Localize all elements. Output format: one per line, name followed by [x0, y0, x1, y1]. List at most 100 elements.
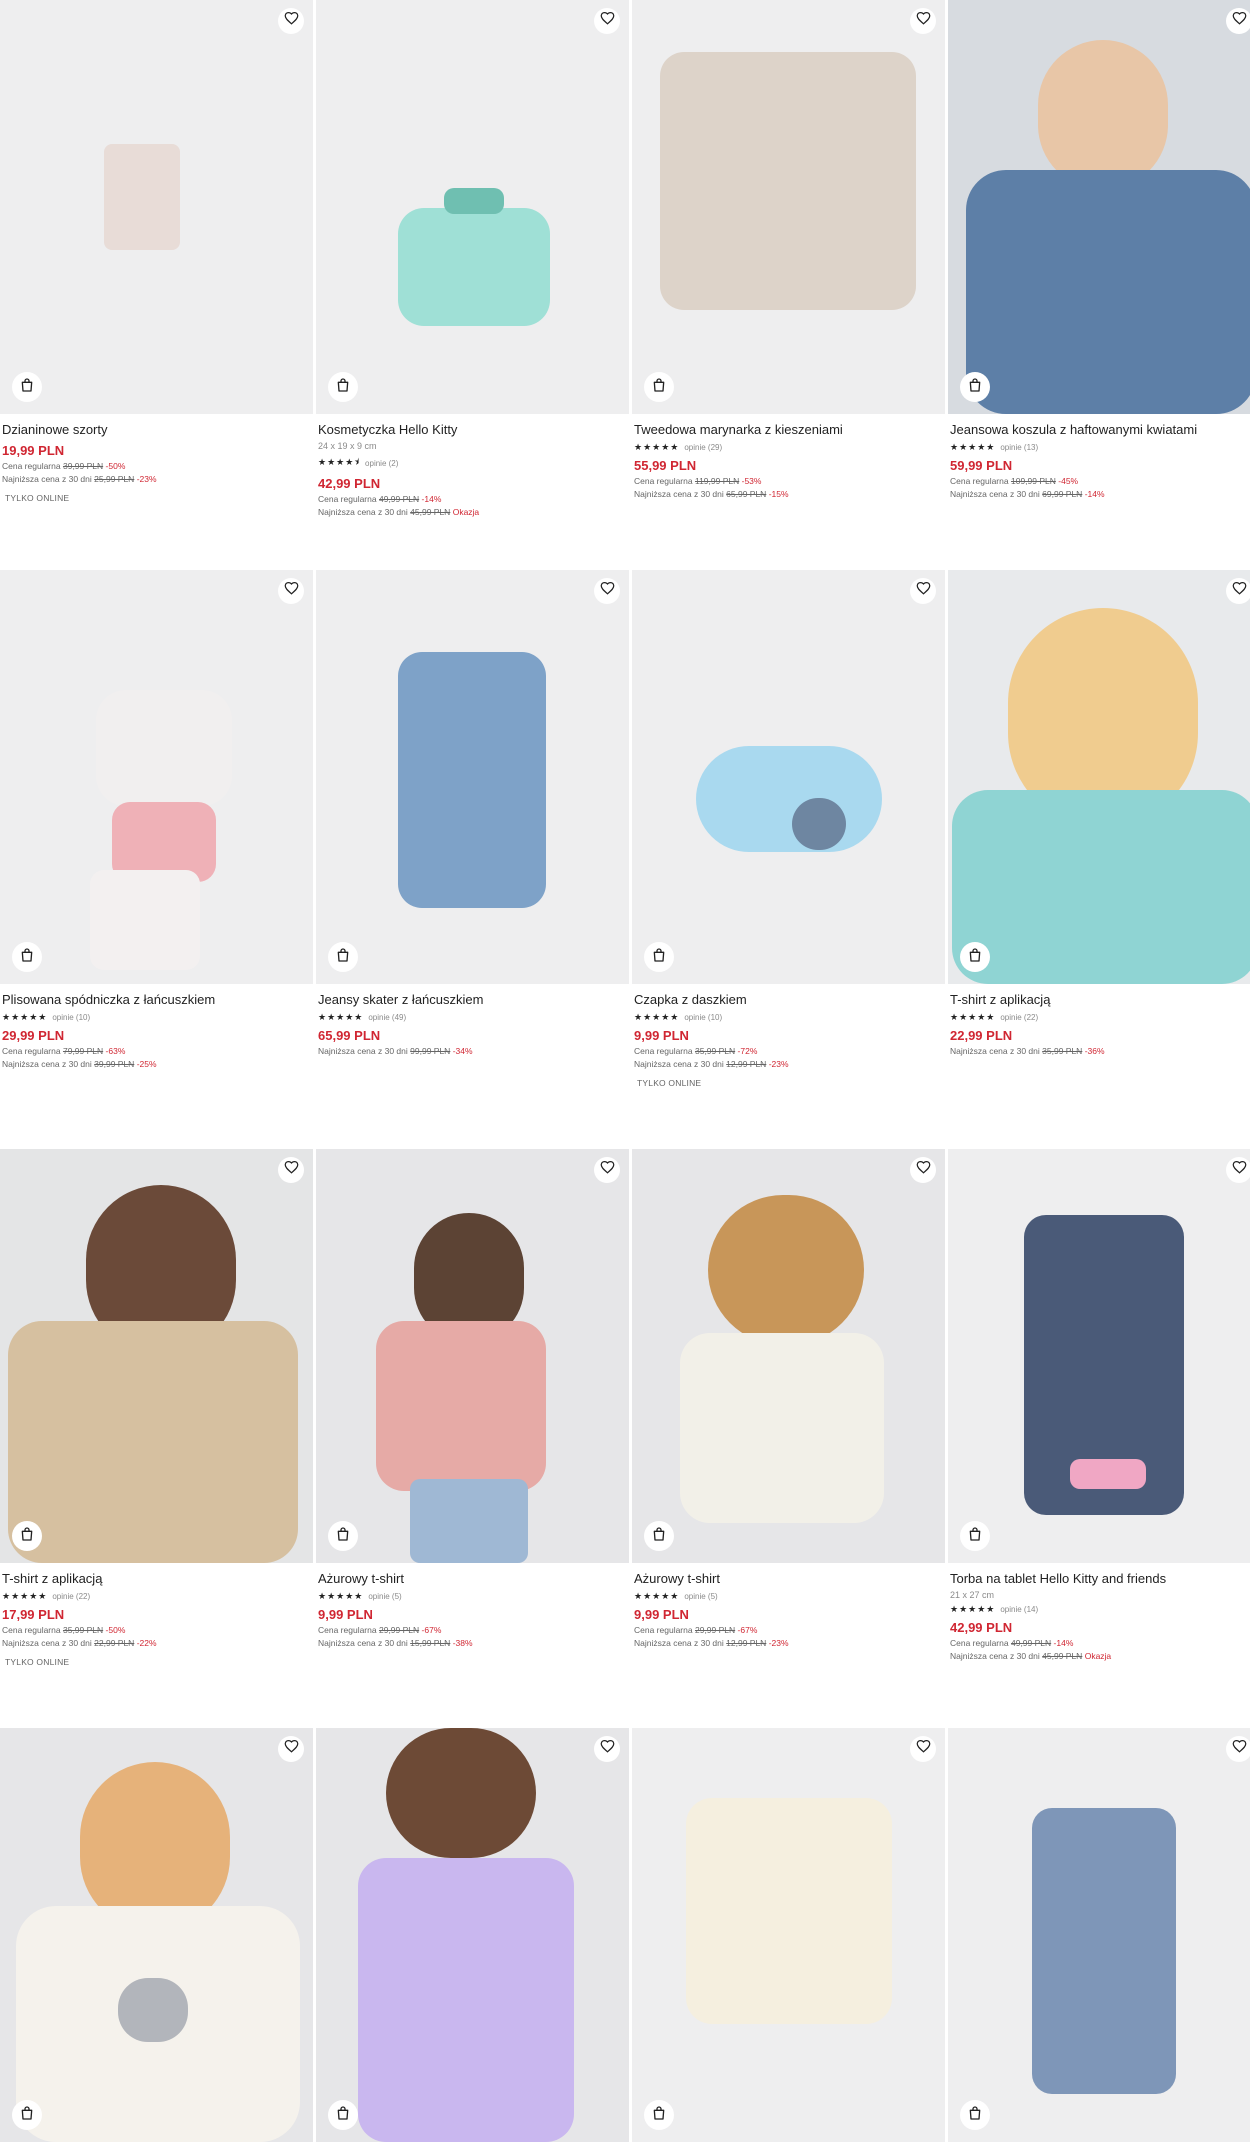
product-card[interactable]	[948, 1728, 1250, 2142]
heart-outline-icon	[284, 581, 299, 601]
product-name[interactable]: Jeansy skater z łańcuszkiem	[318, 992, 627, 1008]
product-card[interactable]: Dzianinowe szorty 19,99 PLN Cena regularna…	[0, 0, 313, 503]
add-to-cart-button[interactable]	[960, 372, 990, 402]
product-card[interactable]: Torba na tablet Hello Kitty and friends 2…	[948, 1149, 1250, 1661]
product-image[interactable]	[0, 1149, 313, 1563]
favorite-button[interactable]	[594, 8, 620, 34]
product-image[interactable]	[316, 0, 629, 414]
product-card[interactable]: Jeansy skater z łańcuszkiem ★★★★★ opinie (…	[316, 570, 629, 1056]
favorite-button[interactable]	[910, 1736, 936, 1762]
add-to-cart-button[interactable]	[328, 942, 358, 972]
product-name[interactable]: Czapka z daszkiem	[634, 992, 943, 1008]
favorite-button[interactable]	[594, 578, 620, 604]
product-name[interactable]: Dzianinowe szorty	[2, 422, 311, 438]
opinions-count[interactable]: opinie (5)	[684, 1592, 717, 1601]
add-to-cart-button[interactable]	[960, 2100, 990, 2130]
product-photo-shape	[104, 144, 180, 250]
add-to-cart-button[interactable]	[328, 1521, 358, 1551]
product-card[interactable]: Kosmetyczka Hello Kitty 24 x 19 x 9 cm ★★★…	[316, 0, 629, 517]
favorite-button[interactable]	[1226, 578, 1250, 604]
add-to-cart-button[interactable]	[12, 1521, 42, 1551]
add-to-cart-button[interactable]	[644, 372, 674, 402]
product-name[interactable]: Torba na tablet Hello Kitty and friends	[950, 1571, 1250, 1587]
favorite-button[interactable]	[910, 578, 936, 604]
product-card[interactable]: Plisowana spódniczka z łańcuszkiem ★★★★★ o…	[0, 570, 313, 1069]
product-image[interactable]	[316, 1728, 629, 2142]
opinions-count[interactable]: opinie (49)	[368, 1013, 406, 1022]
add-to-cart-button[interactable]	[644, 942, 674, 972]
product-name[interactable]: Kosmetyczka Hello Kitty	[318, 422, 627, 438]
opinions-count[interactable]: opinie (22)	[1000, 1013, 1038, 1022]
opinions-count[interactable]: opinie (22)	[52, 1592, 90, 1601]
opinions-count[interactable]: opinie (5)	[368, 1592, 401, 1601]
favorite-button[interactable]	[278, 578, 304, 604]
product-photo-shape	[696, 746, 882, 852]
product-image[interactable]	[0, 1728, 313, 2142]
favorite-button[interactable]	[1226, 1157, 1250, 1183]
favorite-button[interactable]	[1226, 1736, 1250, 1762]
rating-stars-icon: ★★★★★	[950, 1012, 996, 1022]
shopping-bag-icon	[651, 2105, 667, 2126]
add-to-cart-button[interactable]	[328, 2100, 358, 2130]
favorite-button[interactable]	[278, 1736, 304, 1762]
favorite-button[interactable]	[278, 8, 304, 34]
product-card[interactable]	[632, 1728, 945, 2142]
product-image[interactable]	[632, 1149, 945, 1563]
favorite-button[interactable]	[594, 1157, 620, 1183]
add-to-cart-button[interactable]	[644, 1521, 674, 1551]
product-name[interactable]: Plisowana spódniczka z łańcuszkiem	[2, 992, 311, 1008]
product-image[interactable]	[632, 1728, 945, 2142]
product-name[interactable]: Ażurowy t-shirt	[318, 1571, 627, 1587]
product-image[interactable]	[632, 0, 945, 414]
lowest-price-line: Najniższa cena z 30 dni 22,99 PLN -22%	[2, 1638, 311, 1648]
product-image[interactable]	[948, 1149, 1250, 1563]
product-name[interactable]: Tweedowa marynarka z kieszeniami	[634, 422, 943, 438]
shopping-bag-icon	[335, 2105, 351, 2126]
opinions-count[interactable]: opinie (14)	[1000, 1605, 1038, 1614]
product-card[interactable]: Ażurowy t-shirt ★★★★★ opinie (5) 9,99 PLN Ce…	[316, 1149, 629, 1648]
product-price: 65,99 PLN	[318, 1028, 381, 1043]
product-card[interactable]: Jeansowa koszula z haftowanymi kwiatami ★…	[948, 0, 1250, 499]
add-to-cart-button[interactable]	[960, 1521, 990, 1551]
product-name[interactable]: Jeansowa koszula z haftowanymi kwiatami	[950, 422, 1250, 438]
product-card[interactable]: Czapka z daszkiem ★★★★★ opinie (10) 9,99 PL…	[632, 570, 945, 1088]
opinions-count[interactable]: opinie (2)	[365, 459, 398, 468]
product-image[interactable]	[948, 1728, 1250, 2142]
opinions-count[interactable]: opinie (29)	[684, 443, 722, 452]
product-info: Ażurowy t-shirt ★★★★★ opinie (5) 9,99 PLN Ce…	[316, 1563, 629, 1648]
opinions-count[interactable]: opinie (13)	[1000, 443, 1038, 452]
product-image[interactable]	[316, 570, 629, 984]
add-to-cart-button[interactable]	[12, 2100, 42, 2130]
product-image[interactable]	[948, 570, 1250, 984]
regular-price-line: Cena regularna 29,99 PLN -67%	[634, 1625, 943, 1635]
product-card[interactable]	[0, 1728, 313, 2142]
add-to-cart-button[interactable]	[12, 372, 42, 402]
favorite-button[interactable]	[1226, 8, 1250, 34]
product-image[interactable]	[0, 0, 313, 414]
add-to-cart-button[interactable]	[12, 942, 42, 972]
product-image[interactable]	[948, 0, 1250, 414]
lowest-discount: -14%	[1084, 489, 1105, 499]
add-to-cart-button[interactable]	[960, 942, 990, 972]
product-card[interactable]: Tweedowa marynarka z kieszeniami ★★★★★ opi…	[632, 0, 945, 499]
opinions-count[interactable]: opinie (10)	[52, 1013, 90, 1022]
product-card[interactable]	[316, 1728, 629, 2142]
favorite-button[interactable]	[910, 8, 936, 34]
product-rating: ★★★★★ opinie (49)	[318, 1012, 627, 1023]
favorite-button[interactable]	[278, 1157, 304, 1183]
product-card[interactable]: Ażurowy t-shirt ★★★★★ opinie (5) 9,99 PLN Ce…	[632, 1149, 945, 1648]
add-to-cart-button[interactable]	[644, 2100, 674, 2130]
favorite-button[interactable]	[594, 1736, 620, 1762]
product-image[interactable]	[632, 570, 945, 984]
lowest-price-label: Najniższa cena z 30 dni	[2, 1638, 92, 1648]
add-to-cart-button[interactable]	[328, 372, 358, 402]
product-image[interactable]	[0, 570, 313, 984]
opinions-count[interactable]: opinie (10)	[684, 1013, 722, 1022]
product-name[interactable]: T-shirt z aplikacją	[2, 1571, 311, 1587]
product-card[interactable]: T-shirt z aplikacją ★★★★★ opinie (22) 22,99…	[948, 570, 1250, 1056]
product-name[interactable]: T-shirt z aplikacją	[950, 992, 1250, 1008]
product-card[interactable]: T-shirt z aplikacją ★★★★★ opinie (22) 17,99…	[0, 1149, 313, 1667]
product-image[interactable]	[316, 1149, 629, 1563]
product-name[interactable]: Ażurowy t-shirt	[634, 1571, 943, 1587]
favorite-button[interactable]	[910, 1157, 936, 1183]
